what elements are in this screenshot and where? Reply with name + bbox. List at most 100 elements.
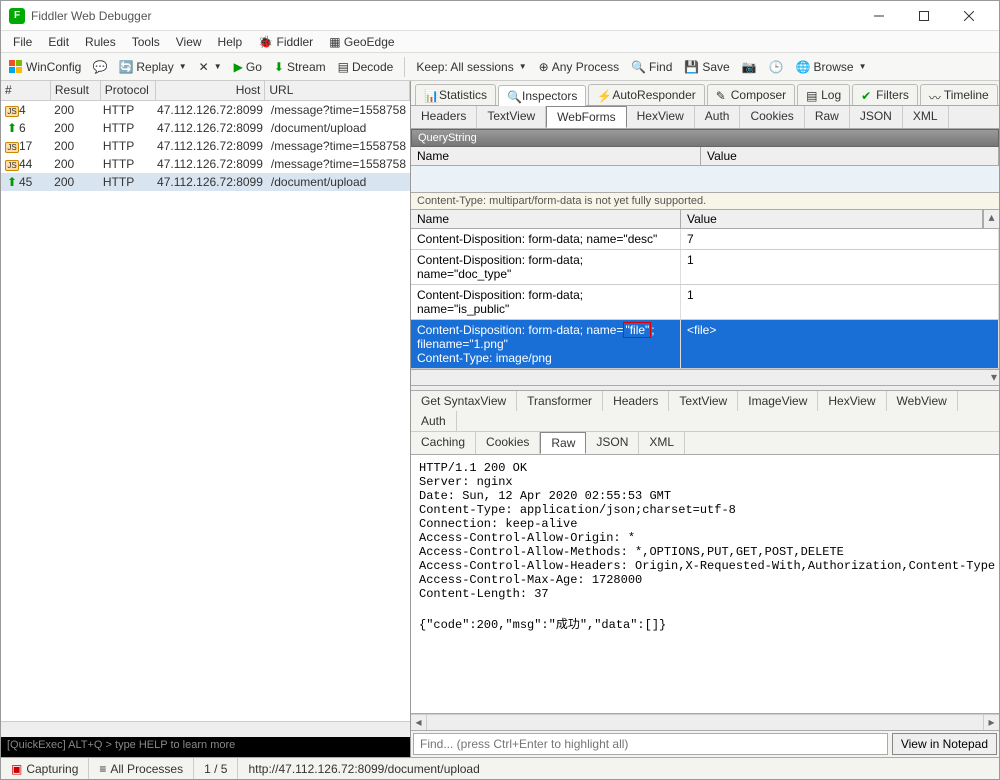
querystring-body[interactable] [411,166,999,192]
sessions-header: #ResultProtocolHostURL [1,81,410,101]
decode-label: Decode [352,60,393,74]
formdata-row[interactable]: Content-Disposition: form-data; name="fi… [411,320,999,369]
sessions-col-url[interactable]: URL [265,81,410,100]
toolbar-winconfig[interactable]: WinConfig [5,58,85,76]
request-tab-hexview[interactable]: HexView [627,106,695,128]
tab-composer[interactable]: ✎Composer [707,84,795,105]
status-capturing[interactable]: ▣Capturing [1,758,89,779]
log-icon: ▤ [806,89,818,101]
formdata-row[interactable]: Content-Disposition: form-data; name="is… [411,285,999,320]
filters-icon: ✔ [861,89,873,101]
response-tab-caching[interactable]: Caching [411,432,476,454]
response-raw-view[interactable]: HTTP/1.1 200 OK Server: nginx Date: Sun,… [411,455,999,714]
response-tab-cookies[interactable]: Cookies [476,432,540,454]
toolbar-decode[interactable]: ▤ Decode [334,58,398,76]
toolbar-find[interactable]: 🔍 Find [627,58,676,76]
request-tab-headers[interactable]: Headers [411,106,477,128]
response-horizontal-scrollbar[interactable]: ◂ ▸ [411,714,999,730]
menu-edit[interactable]: Edit [42,33,75,51]
response-tab-get-syntaxview[interactable]: Get SyntaxView [411,391,517,411]
toolbar-browse[interactable]: 🌐 Browse▼ [792,58,871,76]
tab-filters[interactable]: ✔Filters [852,84,918,105]
response-tab-imageview[interactable]: ImageView [738,391,818,411]
toolbar-stream[interactable]: ⬇ Stream [270,58,330,76]
sessions-col-result[interactable]: Result [51,81,101,100]
tab-inspectors[interactable]: 🔍Inspectors [498,85,586,106]
col-name[interactable]: Name [411,210,681,228]
request-tab-auth[interactable]: Auth [695,106,741,128]
toolbar-go[interactable]: ▶ Go [230,58,266,76]
toolbar-save[interactable]: 💾 Save [680,58,733,76]
winconfig-label: WinConfig [26,60,81,74]
formdata-name: Content-Disposition: form-data; name="do… [411,250,681,284]
menu-view[interactable]: View [170,33,208,51]
horizontal-scrollbar[interactable] [1,721,410,737]
session-row[interactable]: JS44200HTTP47.112.126.72:8099/message?ti… [1,155,410,173]
formdata-row[interactable]: Content-Disposition: form-data; name="de… [411,229,999,250]
response-tab-headers[interactable]: Headers [603,391,669,411]
find-input[interactable] [413,733,888,755]
sessions-col-protocol[interactable]: Protocol [101,81,156,100]
menu-file[interactable]: File [7,33,38,51]
stream-icon: ⬇ [274,60,284,74]
response-tab-xml[interactable]: XML [639,432,685,454]
response-tab-hexview[interactable]: HexView [818,391,886,411]
tab-autoresponder[interactable]: ⚡AutoResponder [588,84,704,105]
view-in-notepad-button[interactable]: View in Notepad [892,733,997,755]
scroll-down-icon[interactable]: ▾ [411,369,999,385]
request-tab-textview[interactable]: TextView [477,106,546,128]
formdata-value: 7 [681,229,999,249]
menu-geoedge[interactable]: ▦ GeoEdge [323,33,400,51]
toolbar-comment[interactable]: 💬 [89,58,111,76]
toolbar-screenshot[interactable]: 📷 [738,58,761,76]
formdata-name: Content-Disposition: form-data; name="is… [411,285,681,319]
request-tab-xml[interactable]: XML [903,106,949,128]
request-tab-json[interactable]: JSON [850,106,903,128]
menu-bar: File Edit Rules Tools View Help 🐞 Fiddle… [1,31,999,53]
response-tab-json[interactable]: JSON [586,432,639,454]
formdata-row[interactable]: Content-Disposition: form-data; name="do… [411,250,999,285]
scroll-left-icon[interactable]: ◂ [411,715,427,730]
toolbar-any-process[interactable]: ⊕ Any Process [535,58,623,76]
response-tab-raw[interactable]: Raw [540,432,586,454]
maximize-button[interactable] [901,2,946,30]
session-row[interactable]: ⬆6200HTTP47.112.126.72:8099/document/upl… [1,119,410,137]
sessions-list[interactable]: JS4200HTTP47.112.126.72:8099/message?tim… [1,101,410,721]
processes-icon: ≡ [99,762,106,776]
col-name[interactable]: Name [411,147,701,165]
minimize-button[interactable] [856,2,901,30]
col-value[interactable]: Value [681,210,983,228]
toolbar-timer[interactable]: 🕒 [765,58,788,76]
tab-timeline[interactable]: 〰Timeline [920,84,998,105]
request-tab-cookies[interactable]: Cookies [740,106,804,128]
col-value[interactable]: Value [701,147,999,165]
response-tabs-row1: Get SyntaxViewTransformerHeadersTextView… [411,391,999,432]
menu-fiddler[interactable]: 🐞 Fiddler [252,33,319,51]
response-tab-webview[interactable]: WebView [887,391,958,411]
scroll-right-icon[interactable]: ▸ [983,715,999,730]
response-tab-textview[interactable]: TextView [669,391,738,411]
scroll-up-icon[interactable]: ▴ [983,210,999,228]
request-tab-webforms[interactable]: WebForms [546,106,626,128]
toolbar-keep[interactable]: Keep: All sessions▼ [412,58,530,76]
session-row[interactable]: JS17200HTTP47.112.126.72:8099/message?ti… [1,137,410,155]
status-processes[interactable]: ≡All Processes [89,758,194,779]
menu-help[interactable]: Help [212,33,249,51]
response-tab-auth[interactable]: Auth [411,411,457,431]
sessions-col-#[interactable]: # [1,81,51,100]
session-row[interactable]: ⬆45200HTTP47.112.126.72:8099/document/up… [1,173,410,191]
session-row[interactable]: JS4200HTTP47.112.126.72:8099/message?tim… [1,101,410,119]
formdata-body[interactable]: Content-Disposition: form-data; name="de… [411,229,999,369]
toolbar-remove[interactable]: ✕▼ [195,58,226,76]
tab-log[interactable]: ▤Log [797,84,850,105]
sessions-pane: #ResultProtocolHostURL JS4200HTTP47.112.… [1,81,411,757]
menu-rules[interactable]: Rules [79,33,122,51]
close-button[interactable] [946,2,991,30]
tab-statistics[interactable]: 📊Statistics [415,84,496,105]
toolbar-replay[interactable]: 🔄 Replay ▼ [115,58,190,76]
response-tab-transformer[interactable]: Transformer [517,391,603,411]
request-tab-raw[interactable]: Raw [805,106,850,128]
menu-tools[interactable]: Tools [126,33,166,51]
quickexec-bar[interactable]: [QuickExec] ALT+Q > type HELP to learn m… [1,737,410,757]
sessions-col-host[interactable]: Host [156,81,266,100]
